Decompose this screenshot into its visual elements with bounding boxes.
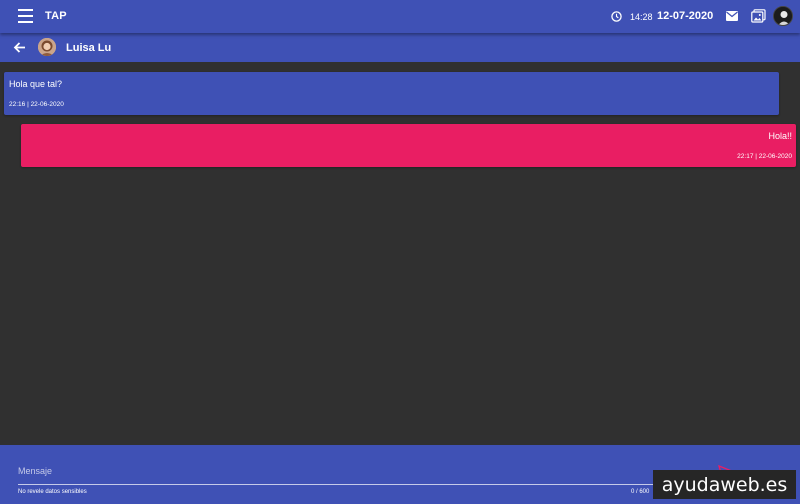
menu-icon[interactable] — [18, 9, 33, 23]
user-photo-icon — [774, 7, 792, 25]
top-app-bar: TAP 14:28 12-07-2020 — [0, 0, 800, 33]
conversation-header: Luisa Lu — [0, 33, 800, 62]
current-time: 14:28 — [630, 12, 653, 22]
input-hint: No revele datos sensibles — [18, 489, 87, 495]
current-date: 12-07-2020 — [657, 10, 714, 22]
app-title: TAP — [45, 10, 67, 22]
contact-avatar — [38, 38, 56, 56]
incoming-message: Hola que tal? 22:16 | 22-06-2020 — [4, 72, 779, 115]
watermark: ayudaweb.es — [653, 470, 796, 499]
message-timestamp: 22:16 | 22-06-2020 — [9, 101, 64, 108]
message-timestamp: 22:17 | 22-06-2020 — [737, 153, 792, 160]
mail-icon[interactable] — [726, 11, 738, 21]
message-text: Hola que tal? — [9, 79, 63, 89]
photo-gallery-icon[interactable] — [751, 9, 766, 23]
chat-app: TAP 14:28 12-07-2020 Luisa Lu Hola que t… — [0, 0, 800, 504]
input-underline — [18, 484, 658, 485]
contact-photo-icon — [38, 38, 56, 56]
clock-icon — [611, 11, 622, 22]
user-avatar[interactable] — [773, 6, 793, 26]
character-counter: 0 / 600 — [631, 489, 650, 495]
message-input[interactable] — [18, 457, 658, 485]
outgoing-message: Hola!! 22:17 | 22-06-2020 — [21, 124, 796, 167]
message-text: Hola!! — [768, 131, 792, 141]
back-arrow-icon[interactable] — [13, 41, 26, 54]
contact-name: Luisa Lu — [66, 42, 112, 54]
